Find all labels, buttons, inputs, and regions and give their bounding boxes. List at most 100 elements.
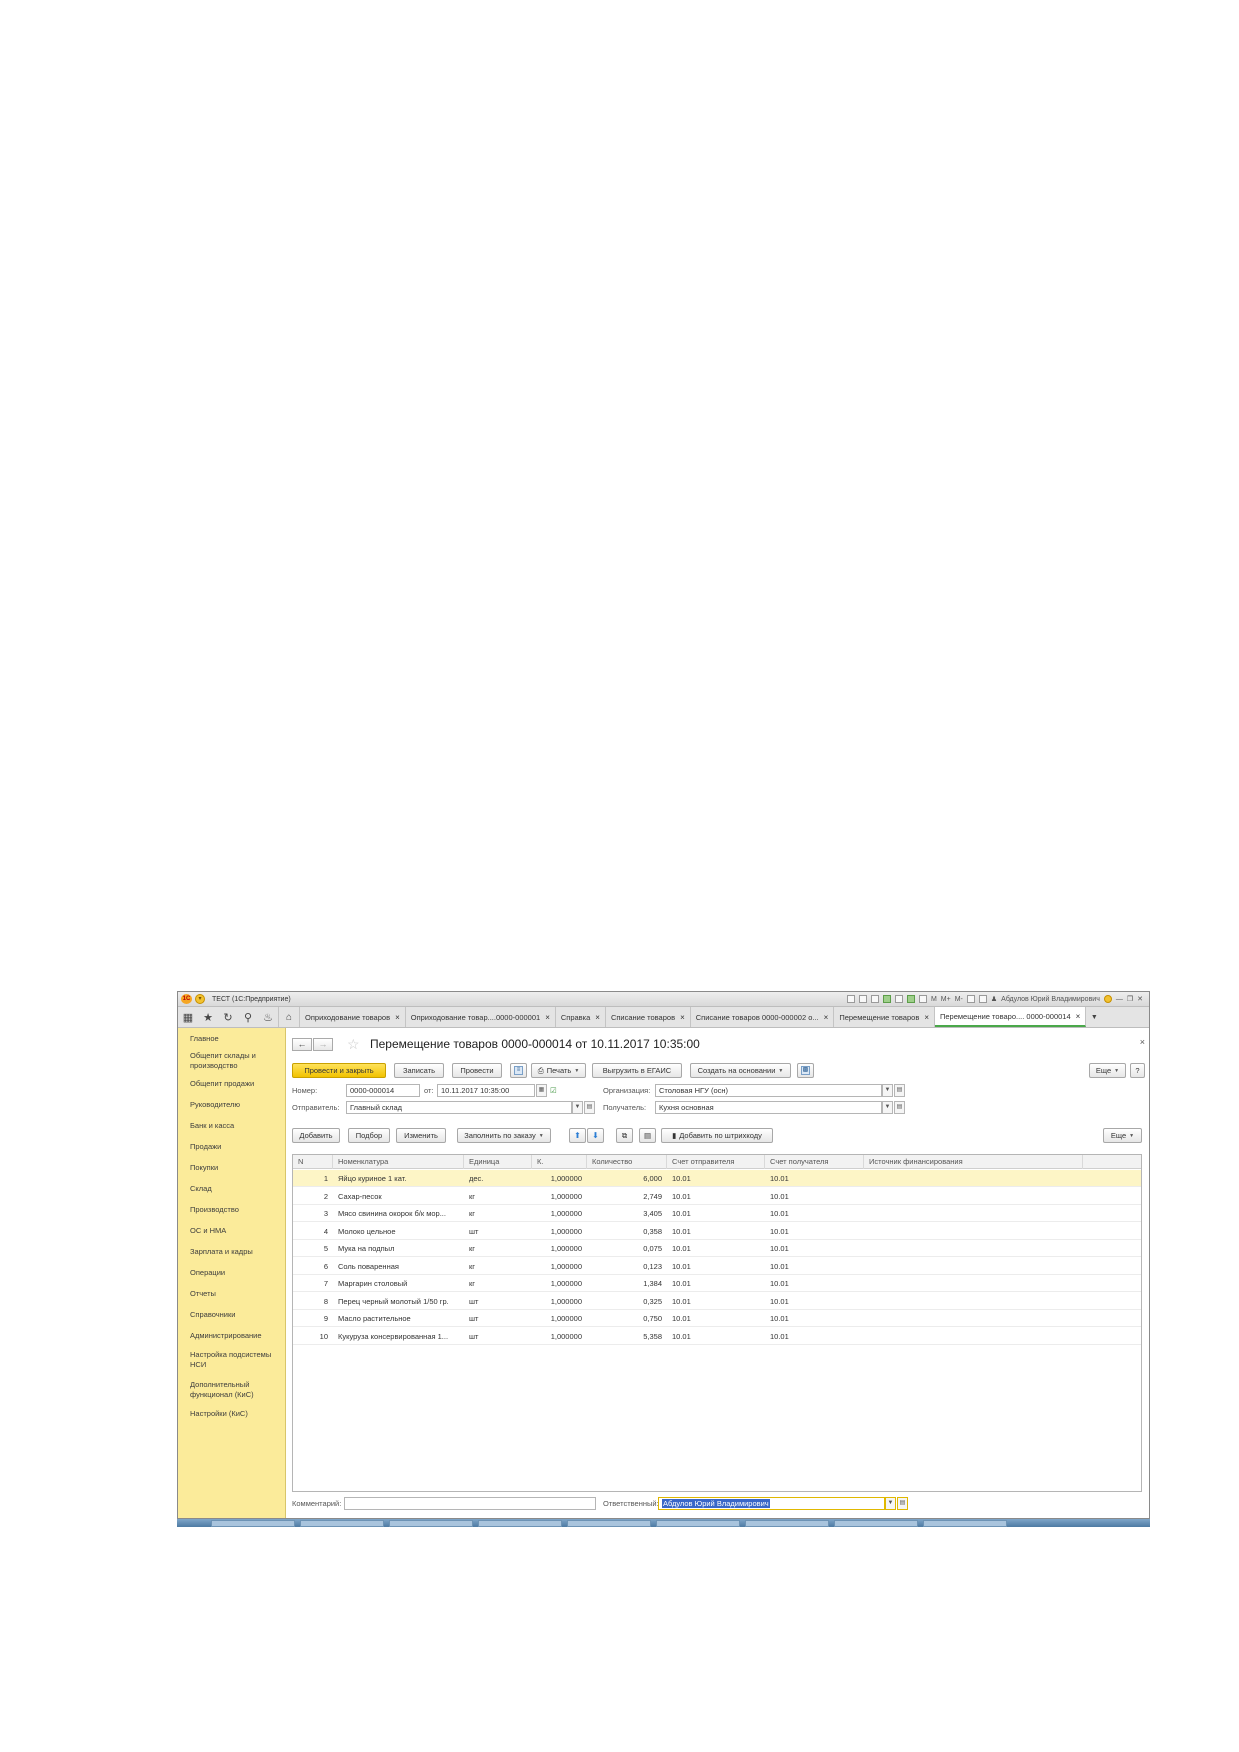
taskbar-item[interactable] (389, 1520, 473, 1527)
sidebar-item-operations[interactable]: Операции (190, 1268, 282, 1278)
tab-close-icon[interactable]: × (824, 1013, 829, 1022)
table-cell-unit[interactable]: дес. (464, 1170, 532, 1187)
organization-field[interactable]: Столовая НГУ (осн) (655, 1084, 882, 1097)
table-cell-unit[interactable]: шт (464, 1223, 532, 1240)
table-cell-acc-from[interactable]: 10.01 (667, 1328, 765, 1345)
table-cell-source[interactable] (864, 1188, 1083, 1205)
table-cell-n[interactable]: 1 (293, 1170, 333, 1187)
table-cell-acc-from[interactable]: 10.01 (667, 1310, 765, 1327)
date-field[interactable]: 10.11.2017 10:35:00 (437, 1084, 535, 1097)
minimize-icon[interactable]: — (1116, 996, 1123, 1003)
home-icon[interactable]: ⌂ (278, 1007, 300, 1027)
sidebar-item-nsi-settings[interactable]: Настройка подсистемы НСИ (190, 1350, 282, 1370)
organization-dropdown-icon[interactable]: ▼ (882, 1084, 893, 1097)
memory-button[interactable]: M (931, 996, 937, 1003)
table-row[interactable]: 2 Сахар-песок кг 1,000000 2,749 10.01 10.01 (293, 1188, 1141, 1205)
print-button[interactable]: ⎙ Печать ▼ (531, 1063, 586, 1078)
table-cell-acc-to[interactable]: 10.01 (765, 1188, 864, 1205)
forward-arrow-icon[interactable]: → (313, 1038, 333, 1051)
column-header[interactable]: Источник финансирования (864, 1155, 1083, 1169)
table-cell-unit[interactable]: кг (464, 1205, 532, 1222)
tab-close-icon[interactable]: × (545, 1013, 550, 1022)
calendar-icon[interactable]: ▦ (536, 1084, 547, 1097)
table-row[interactable]: 6 Соль поваренная кг 1,000000 0,123 10.01 10.0… (293, 1258, 1141, 1275)
favorite-star-icon[interactable]: ☆ (347, 1036, 360, 1053)
table-cell-qty[interactable]: 3,405 (587, 1205, 667, 1222)
responsible-dropdown-icon[interactable]: ▼ (885, 1497, 896, 1510)
post-and-close-button[interactable]: Провести и закрыть (292, 1063, 386, 1078)
sidebar-item-main[interactable]: Главное (190, 1034, 282, 1044)
taskbar-item[interactable] (656, 1520, 740, 1527)
table-cell-acc-from[interactable]: 10.01 (667, 1170, 765, 1187)
move-down-button[interactable]: ⬇ (587, 1128, 604, 1143)
table-cell-n[interactable]: 6 (293, 1258, 333, 1275)
tool-icon[interactable] (846, 995, 855, 1003)
create-based-on-button[interactable]: Создать на основании ▼ (690, 1063, 791, 1078)
sender-dropdown-icon[interactable]: ▼ (572, 1101, 583, 1114)
panel-icon[interactable] (978, 995, 987, 1003)
table-cell-unit[interactable]: кг (464, 1275, 532, 1292)
table-cell-acc-to[interactable]: 10.01 (765, 1328, 864, 1345)
restore-icon[interactable]: ❐ (1127, 995, 1133, 1003)
main-menu-icon[interactable]: ▾ (195, 994, 205, 1004)
table-cell-n[interactable]: 2 (293, 1188, 333, 1205)
table-cell-source[interactable] (864, 1293, 1083, 1310)
table-cell-name[interactable]: Кукуруза консервированная 1... (333, 1328, 464, 1345)
copy-button[interactable]: ⧉ (616, 1128, 633, 1143)
tab-close-icon[interactable]: × (595, 1013, 600, 1022)
table-cell-n[interactable]: 10 (293, 1328, 333, 1345)
table-cell-k[interactable]: 1,000000 (532, 1293, 587, 1310)
sidebar-item-payroll[interactable]: Зарплата и кадры (190, 1247, 282, 1257)
table-cell-k[interactable]: 1,000000 (532, 1310, 587, 1327)
table-cell-unit[interactable]: шт (464, 1293, 532, 1310)
table-cell-n[interactable]: 5 (293, 1240, 333, 1257)
column-header[interactable]: К. (532, 1155, 587, 1169)
file-icon[interactable] (894, 995, 903, 1003)
column-header[interactable]: Номенклатура (333, 1155, 464, 1169)
add-by-barcode-button[interactable]: ▮ Добавить по штрихкоду (661, 1128, 773, 1143)
taskbar-item[interactable] (300, 1520, 384, 1527)
table-cell-source[interactable] (864, 1170, 1083, 1187)
table-cell-acc-from[interactable]: 10.01 (667, 1240, 765, 1257)
table-cell-unit[interactable]: шт (464, 1310, 532, 1327)
memory-minus-button[interactable]: M- (955, 996, 963, 1003)
table-cell-acc-to[interactable]: 10.01 (765, 1293, 864, 1310)
sidebar-item-purchases[interactable]: Покупки (190, 1163, 282, 1173)
table-cell-acc-to[interactable]: 10.01 (765, 1310, 864, 1327)
tab-receipt[interactable]: Оприходование товаров × (300, 1007, 406, 1027)
table-row[interactable]: 9 Масло растительное шт 1,000000 0,750 10.01 1… (293, 1310, 1141, 1327)
window-close-icon[interactable]: ✕ (1137, 995, 1143, 1003)
receiver-field[interactable]: Кухня основная (655, 1101, 882, 1114)
table-cell-acc-to[interactable]: 10.01 (765, 1170, 864, 1187)
help-button[interactable]: ? (1130, 1063, 1145, 1078)
table-cell-acc-to[interactable]: 10.01 (765, 1223, 864, 1240)
table-more-button[interactable]: Еще ▼ (1103, 1128, 1142, 1143)
table-cell-name[interactable]: Маргарин столовый (333, 1275, 464, 1292)
tab-receipt-doc[interactable]: Оприходование товар....0000-000001 × (406, 1007, 556, 1027)
sender-field[interactable]: Главный склад (346, 1101, 572, 1114)
table-cell-source[interactable] (864, 1205, 1083, 1222)
table-row[interactable]: 3 Мясо свинина окорок б/к мор... кг 1,00000… (293, 1205, 1141, 1222)
taskbar-item[interactable] (478, 1520, 562, 1527)
receiver-dropdown-icon[interactable]: ▼ (882, 1101, 893, 1114)
close-icon[interactable]: × (1140, 1037, 1145, 1047)
table-cell-source[interactable] (864, 1275, 1083, 1292)
table-cell-acc-from[interactable]: 10.01 (667, 1223, 765, 1240)
column-header[interactable]: Счет получателя (765, 1155, 864, 1169)
sidebar-item-catering-sales[interactable]: Общепит продажи (190, 1079, 282, 1089)
column-header[interactable]: N (293, 1155, 333, 1169)
comment-field[interactable] (344, 1497, 596, 1510)
table-cell-unit[interactable]: кг (464, 1188, 532, 1205)
sidebar-item-production[interactable]: Производство (190, 1205, 282, 1215)
table-cell-n[interactable]: 4 (293, 1223, 333, 1240)
table-cell-qty[interactable]: 0,123 (587, 1258, 667, 1275)
table-cell-name[interactable]: Яйцо куриное 1 кат. (333, 1170, 464, 1187)
column-header[interactable]: Счет отправителя (667, 1155, 765, 1169)
table-cell-qty[interactable]: 0,325 (587, 1293, 667, 1310)
table-cell-source[interactable] (864, 1223, 1083, 1240)
tab-close-icon[interactable]: × (1076, 1012, 1081, 1021)
table-cell-name[interactable]: Мясо свинина окорок б/к мор... (333, 1205, 464, 1222)
bell-icon[interactable]: ♨ (258, 1007, 278, 1027)
tab-close-icon[interactable]: × (680, 1013, 685, 1022)
table-cell-name[interactable]: Соль поваренная (333, 1258, 464, 1275)
